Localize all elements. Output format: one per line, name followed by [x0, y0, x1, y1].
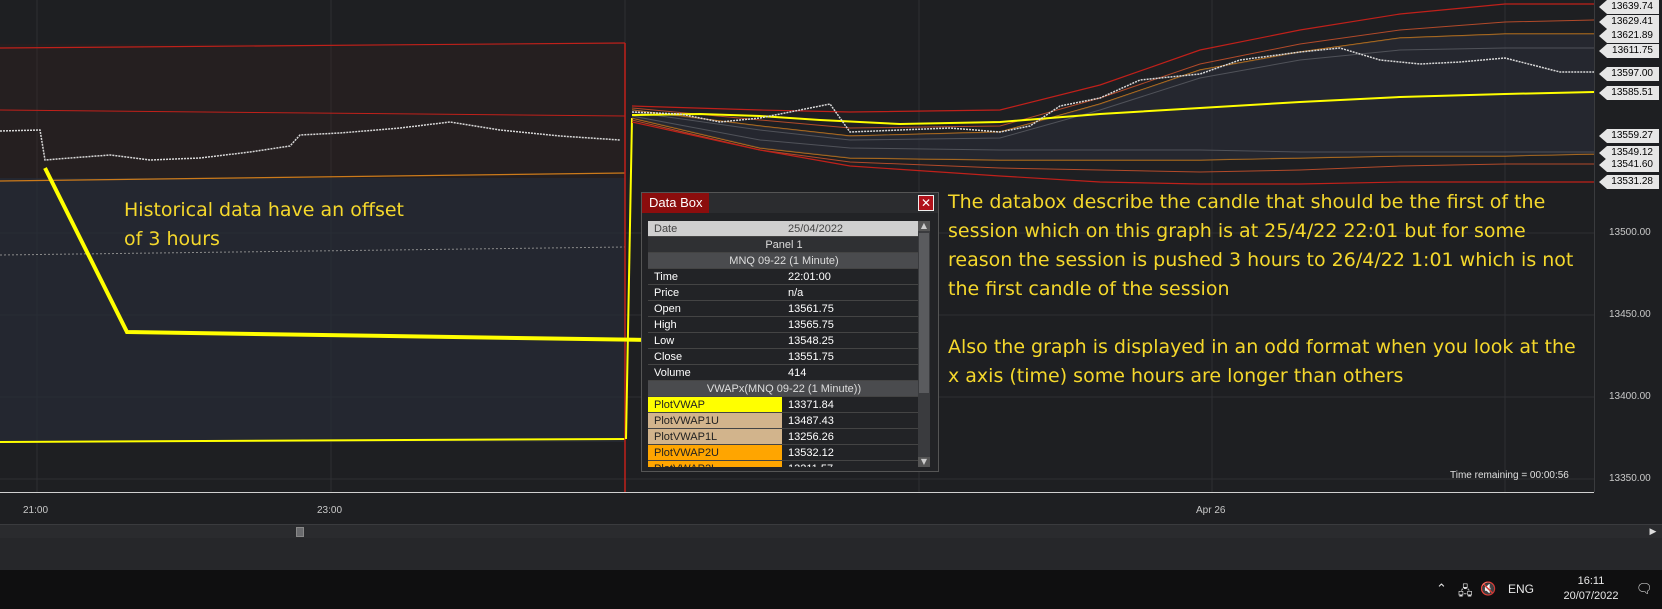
data-box-indicator-row: VWAPx(MNQ 09-22 (1 Minute)): [648, 381, 920, 397]
price-tag: 13559.27: [1599, 129, 1659, 143]
data-box-plot-plotvwap2u: PlotVWAP2U 13532.12: [648, 445, 920, 461]
data-box-plot-plotvwap2l: PlotVWAP2L13211.57: [648, 461, 920, 467]
scroll-up-icon[interactable]: ▲: [918, 221, 930, 231]
data-box-window[interactable]: Data Box ✕ Date 25/04/2022 Panel 1 MNQ 0…: [641, 192, 939, 472]
chevron-up-icon[interactable]: ⌃: [1436, 582, 1447, 597]
price-tag: 13531.28: [1599, 175, 1659, 189]
price-axis-label: 13350.00: [1609, 473, 1651, 484]
chart-footer-area: [0, 538, 1662, 570]
price-chart[interactable]: Time remaining = 00:00:56 Historical dat…: [0, 0, 1594, 492]
windows-taskbar: ⌃ 🖧 🔇 ENG 16:11 20/07/2022 🗨: [0, 570, 1662, 609]
data-box-row-high: High 13565.75: [648, 317, 920, 333]
row-key: Open: [654, 303, 681, 315]
price-axis[interactable]: 13639.74 13629.41 13621.89 13611.75 1359…: [1594, 0, 1662, 492]
data-box-row-price: Price n/a: [648, 285, 920, 301]
data-box-scroll-thumb[interactable]: [919, 233, 929, 393]
time-remaining-label: Time remaining = 00:00:56: [1450, 470, 1569, 481]
data-box-row-time: Time 22:01:00: [648, 269, 920, 285]
chart-horizontal-scrollbar[interactable]: ▶: [0, 524, 1662, 538]
row-value: n/a: [788, 287, 804, 299]
price-axis-label: 13450.00: [1609, 309, 1651, 320]
data-box-row-open: Open 13561.75: [648, 301, 920, 317]
plot-name: PlotVWAP1L: [648, 429, 782, 444]
data-box-scrollbar[interactable]: ▲ ▼: [918, 221, 930, 467]
price-tag: 13621.89: [1599, 29, 1659, 43]
plot-value: 13371.84: [788, 399, 834, 411]
notifications-icon[interactable]: 🗨: [1636, 582, 1653, 597]
price-tag: 13611.75: [1599, 44, 1659, 58]
data-box-row-low: Low 13548.25: [648, 333, 920, 349]
scroll-down-icon[interactable]: ▼: [918, 457, 930, 467]
instrument-label: MNQ 09-22 (1 Minute): [729, 255, 839, 267]
language-indicator[interactable]: ENG: [1508, 582, 1534, 596]
row-key: Time: [654, 271, 679, 283]
price-axis-label: 13500.00: [1609, 227, 1651, 238]
price-tag: 13629.41: [1599, 15, 1659, 29]
network-icon[interactable]: 🖧: [1458, 582, 1473, 604]
data-box-instrument-row: MNQ 09-22 (1 Minute): [648, 253, 920, 269]
row-value: 414: [788, 367, 807, 379]
system-clock[interactable]: 16:11 20/07/2022: [1556, 574, 1626, 604]
row-value: 22:01:00: [788, 271, 831, 283]
plot-name: PlotVWAP: [648, 397, 782, 412]
annotation-databox-explanation: The databox describe the candle that sho…: [948, 188, 1588, 391]
row-value: 13561.75: [788, 303, 834, 315]
annotation-paragraph-2: Also the graph is displayed in an odd fo…: [948, 336, 1576, 387]
plot-name: PlotVWAP2L: [648, 461, 782, 467]
data-box-row-volume: Volume 414: [648, 365, 920, 381]
annotation-historical-offset: Historical data have an offset of 3 hour…: [124, 199, 405, 250]
row-key: Low: [654, 335, 675, 347]
data-box-plot-plotvwap1l: PlotVWAP1L 13256.26: [648, 429, 920, 445]
row-value: 13565.75: [788, 319, 834, 331]
plot-value: 13532.12: [788, 447, 834, 459]
close-icon[interactable]: ✕: [918, 195, 934, 211]
row-value: 13551.75: [788, 351, 834, 363]
time-axis-label: Apr 26: [1196, 505, 1226, 516]
plot-value: 13487.43: [788, 415, 834, 427]
scroll-right-icon[interactable]: ▶: [1648, 527, 1658, 537]
indicator-label: VWAPx(MNQ 09-22 (1 Minute)): [706, 383, 862, 395]
data-box-table: Date 25/04/2022 Panel 1 MNQ 09-22 (1 Min…: [648, 221, 920, 467]
volume-muted-icon[interactable]: 🔇: [1480, 582, 1496, 597]
row-key: Price: [654, 287, 680, 299]
price-tag: 13597.00: [1599, 67, 1659, 81]
price-axis-label: 13400.00: [1609, 391, 1651, 402]
price-tag: 13541.60: [1599, 158, 1659, 172]
time-axis-label: 23:00: [317, 505, 343, 516]
price-tag: 13549.12: [1599, 146, 1659, 160]
price-tag: 13639.74: [1599, 0, 1659, 14]
data-box-plot-rows: PlotVWAP 13371.84 PlotVWAP1U 13487.43 PlotVW…: [648, 397, 920, 467]
row-key: Volume: [654, 367, 691, 379]
clock-date: 20/07/2022: [1563, 590, 1619, 602]
data-box-title: Data Box: [642, 193, 710, 213]
annotation-paragraph-1: The databox describe the candle that sho…: [948, 191, 1574, 300]
plot-name: PlotVWAP2U: [648, 445, 782, 460]
row-key: Close: [654, 351, 683, 363]
row-value: 13548.25: [788, 335, 834, 347]
date-label: Date: [654, 223, 678, 235]
data-box-panel-row: Panel 1: [648, 237, 920, 253]
plot-value: 13256.26: [788, 431, 834, 443]
price-tag: 13585.51: [1599, 86, 1659, 100]
chart-scroll-thumb[interactable]: [296, 527, 304, 537]
plot-name: PlotVWAP1U: [648, 413, 782, 428]
plot-value: 13211.57: [782, 461, 920, 467]
data-box-row-close: Close 13551.75: [648, 349, 920, 365]
time-axis[interactable]: 21:00 23:00 Apr 26: [0, 492, 1594, 524]
data-box-plot-plotvwap1u: PlotVWAP1U 13487.43: [648, 413, 920, 429]
data-box-date-row: Date 25/04/2022: [648, 221, 920, 237]
data-box-header[interactable]: Data Box ✕: [642, 193, 938, 213]
date-value: 25/04/2022: [788, 223, 844, 235]
data-box-plot-plotvwap: PlotVWAP 13371.84: [648, 397, 920, 413]
trading-platform-window: Time remaining = 00:00:56 Historical dat…: [0, 0, 1662, 609]
data-box-ohlc-rows: Time 22:01:00 Price n/a Open 13561.75 High 1356…: [648, 269, 920, 381]
row-key: High: [654, 319, 677, 331]
clock-time: 16:11: [1577, 575, 1605, 587]
time-axis-label: 21:00: [23, 505, 49, 516]
panel-label: Panel 1: [765, 239, 803, 251]
